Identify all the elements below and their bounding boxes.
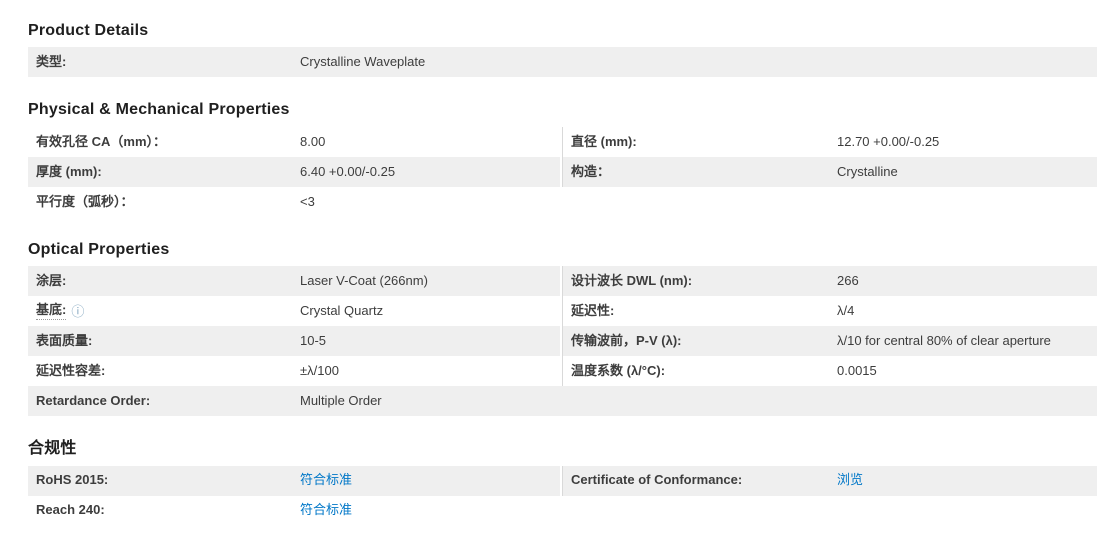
spec-value-surface-quality: 10-5 (300, 333, 327, 349)
reach-compliant-link[interactable]: 符合标准 (300, 502, 352, 518)
spec-row: 有效孔径 CA（mm）： 8.00 直径 (mm): 12.70 +0.00/-… (28, 126, 1097, 157)
spec-row: 延迟性容差: ±λ/100 温度系数 (λ/°C): 0.0015 (28, 356, 1097, 387)
spec-label-thickness: 厚度 (mm): (36, 163, 102, 179)
spec-value-type: Crystalline Waveplate (300, 54, 426, 70)
spec-label-diameter: 直径 (mm): (562, 126, 837, 157)
physical-mechanical-table: 有效孔径 CA（mm）： 8.00 直径 (mm): 12.70 +0.00/-… (28, 126, 1097, 217)
spec-value-retardance: λ/4 (837, 303, 855, 319)
spec-value-empty (837, 187, 1097, 217)
spec-row: 表面质量: 10-5 传输波前，P-V (λ): λ/10 for centra… (28, 326, 1097, 357)
spec-value-construction: Crystalline (837, 163, 898, 179)
spec-label-empty (562, 386, 837, 416)
spec-label-retardance-tolerance: 延迟性容差: (36, 363, 106, 379)
section-title-product-details: Product Details (28, 22, 149, 39)
spec-label-empty (562, 47, 837, 77)
spec-value-retardance-tolerance: ±λ/100 (300, 363, 339, 379)
spec-label-type: 类型: (36, 54, 67, 70)
spec-value-empty (837, 47, 1097, 77)
spec-value-transmitted-wavefront: λ/10 for central 80% of clear aperture (837, 333, 1051, 349)
spec-label-clear-aperture: 有效孔径 CA（mm）： (36, 133, 167, 149)
certificate-view-link[interactable]: 浏览 (837, 472, 863, 488)
spec-label-rohs: RoHS 2015: (36, 472, 109, 488)
spec-value-parallelism: <3 (300, 193, 315, 209)
spec-value-empty (837, 386, 1097, 416)
spec-value-clear-aperture: 8.00 (300, 133, 326, 149)
spec-row: Retardance Order: Multiple Order (28, 386, 1097, 417)
optical-properties-table: 涂层: Laser V-Coat (266nm) 设计波长 DWL (nm): … (28, 266, 1097, 417)
spec-label-empty (562, 187, 837, 217)
spec-content: Product Details 类型: Crystalline Waveplat… (28, 0, 1097, 526)
spec-label-retardance: 延迟性: (562, 296, 837, 327)
spec-label-reach: Reach 240: (36, 502, 105, 518)
rohs-compliant-link[interactable]: 符合标准 (300, 472, 352, 488)
spec-label-substrate: 基底: ⓘ (28, 296, 300, 326)
section-title-physical-mechanical: Physical & Mechanical Properties (28, 101, 290, 119)
spec-label-parallelism: 平行度（弧秒）： (36, 193, 134, 209)
spec-label-certificate-of-conformance: Certificate of Conformance: (562, 465, 837, 496)
product-details-table: 类型: Crystalline Waveplate (28, 47, 1097, 78)
spec-row: RoHS 2015: 符合标准 Certificate of Conforman… (28, 465, 1097, 496)
spec-label-coating: 涂层: (36, 273, 67, 289)
section-title-compliance: 合规性 (28, 440, 77, 458)
spec-label-temperature-coefficient: 温度系数 (λ/°C): (562, 356, 837, 387)
spec-value-empty (837, 496, 1097, 526)
spec-label-construction: 构造： (562, 156, 837, 187)
section-title-optical: Optical Properties (28, 240, 170, 258)
spec-value-rohs: 符合标准 (300, 466, 562, 496)
spec-row: Reach 240: 符合标准 (28, 496, 1097, 526)
spec-label-empty (562, 496, 837, 526)
spec-value-certificate-of-conformance: 浏览 (837, 466, 1097, 496)
spec-row: 涂层: Laser V-Coat (266nm) 设计波长 DWL (nm): … (28, 266, 1097, 297)
info-icon[interactable]: ⓘ (71, 305, 84, 318)
spec-value-coating: Laser V-Coat (266nm) (300, 273, 428, 289)
spec-row: 基底: ⓘ Crystal Quartz 延迟性: λ/4 (28, 296, 1097, 327)
spec-row: 平行度（弧秒）： <3 (28, 187, 1097, 217)
spec-row: 厚度 (mm): 6.40 +0.00/-0.25 构造： Crystallin… (28, 156, 1097, 187)
spec-value-reach: 符合标准 (300, 496, 562, 526)
substrate-tooltip-label: 基底: (36, 302, 67, 321)
spec-value-substrate: Crystal Quartz (300, 303, 384, 319)
spec-label-surface-quality: 表面质量: (36, 333, 93, 349)
spec-value-diameter: 12.70 +0.00/-0.25 (837, 133, 940, 149)
spec-label-design-wavelength: 设计波长 DWL (nm): (562, 266, 837, 297)
compliance-table: RoHS 2015: 符合标准 Certificate of Conforman… (28, 465, 1097, 526)
spec-label-transmitted-wavefront: 传输波前，P-V (λ): (562, 326, 837, 357)
product-spec-page: Product Details 类型: Crystalline Waveplat… (0, 0, 1110, 538)
spec-label-retardance-order: Retardance Order: (36, 393, 151, 409)
spec-row: 类型: Crystalline Waveplate (28, 47, 1097, 78)
spec-value-temperature-coefficient: 0.0015 (837, 363, 877, 379)
spec-value-retardance-order: Multiple Order (300, 393, 382, 409)
spec-value-design-wavelength: 266 (837, 273, 859, 289)
spec-value-thickness: 6.40 +0.00/-0.25 (300, 163, 396, 179)
